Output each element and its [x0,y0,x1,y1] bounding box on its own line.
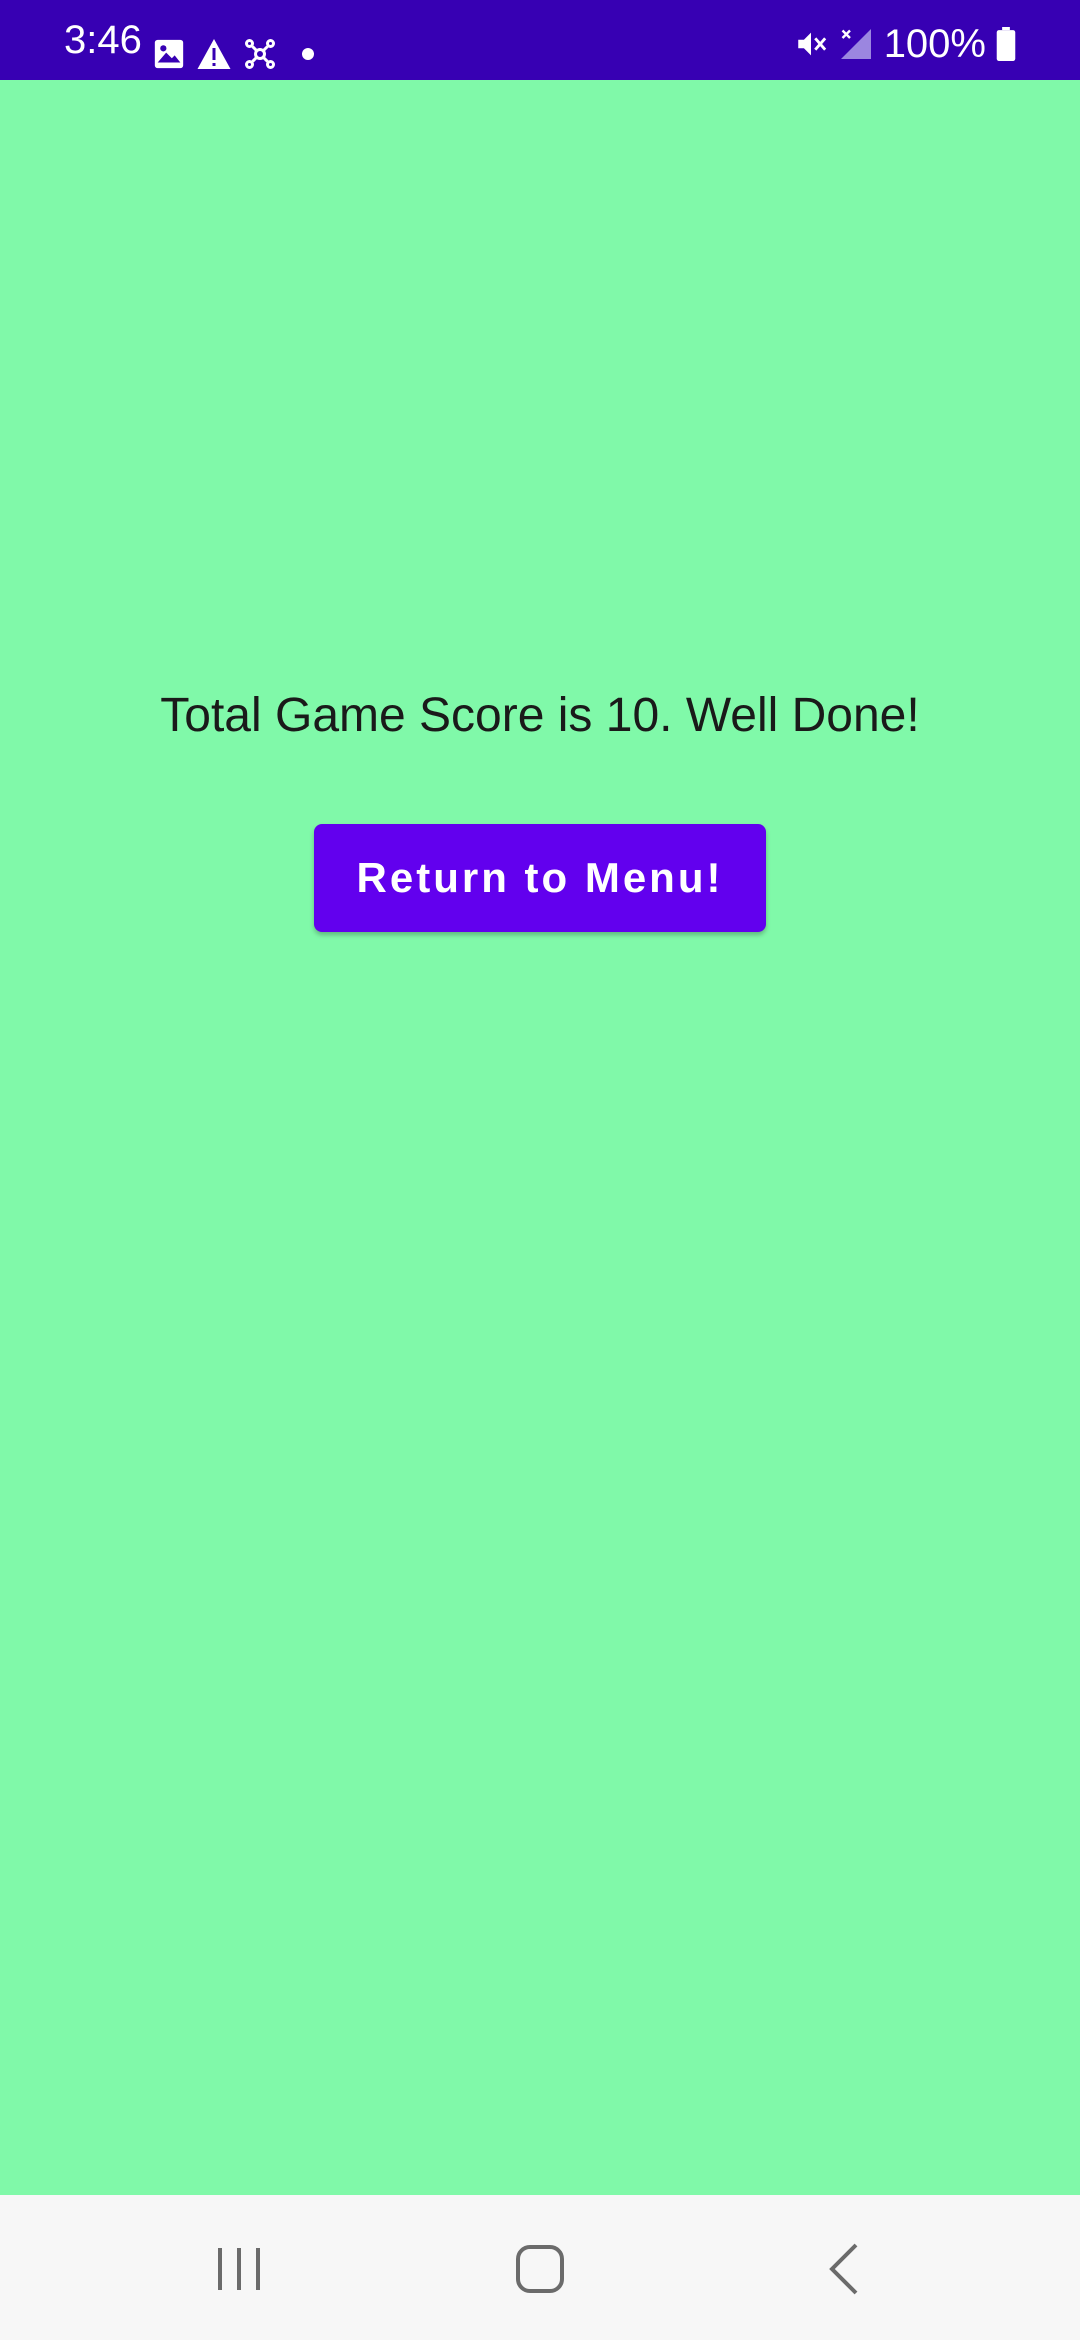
status-bar: 3:46 100% [0,0,1080,80]
battery-icon [996,27,1016,61]
status-time: 3:46 [64,18,142,62]
navigation-bar [0,2195,1080,2340]
notification-icons [152,34,314,74]
back-icon[interactable] [804,2229,884,2309]
score-message: Total Game Score is 10. Well Done! [160,689,920,742]
home-icon[interactable] [500,2229,580,2309]
system-icons: 100% [794,22,1016,66]
signal-icon [838,26,874,62]
mute-icon [794,27,828,61]
image-icon [152,37,186,71]
return-to-menu-button[interactable]: Return to Menu! [314,824,766,932]
network-icon [242,36,278,72]
warning-icon [196,37,232,71]
dot-icon [302,48,314,60]
main-content: Total Game Score is 10. Well Done! Retur… [0,80,1080,2195]
battery-percentage: 100% [883,22,986,66]
recents-icon[interactable] [199,2229,279,2309]
game-over-screen: 3:46 100% Total Game Score is 10. Well D… [0,0,1080,2340]
